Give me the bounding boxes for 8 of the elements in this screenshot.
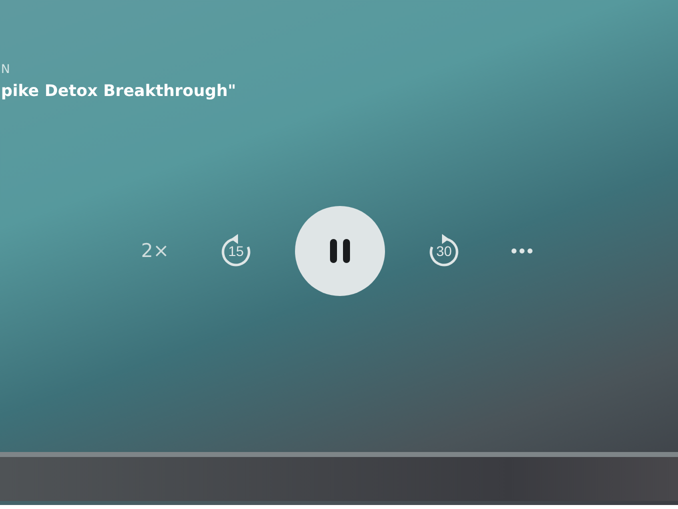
episode-title: pike Detox Breakthrough" (1, 81, 238, 100)
playback-speed-button[interactable]: 2× (140, 240, 170, 262)
skip-forward-button[interactable]: 30 (424, 231, 464, 271)
show-name: N (1, 62, 11, 76)
skip-back-button[interactable]: 15 (216, 231, 256, 271)
pause-icon (328, 238, 352, 264)
more-button[interactable] (511, 248, 533, 254)
more-icon (511, 248, 533, 254)
